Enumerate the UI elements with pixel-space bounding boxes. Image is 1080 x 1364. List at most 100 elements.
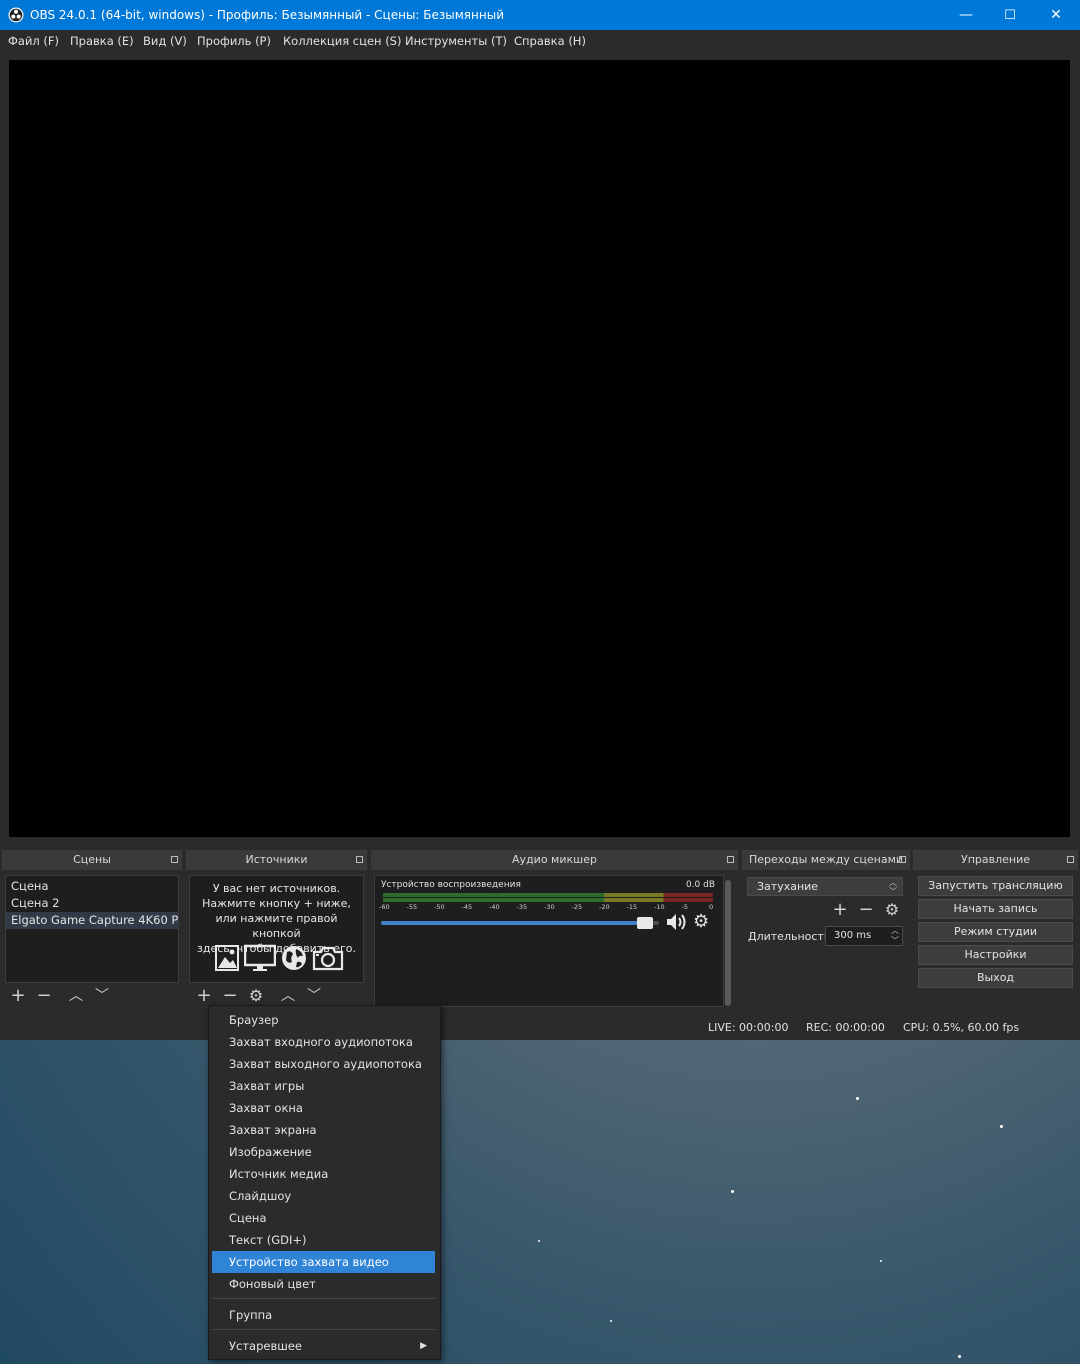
sources-dock: Источники У вас нет источников. Нажмите … (186, 850, 367, 1010)
volume-slider[interactable] (381, 917, 659, 929)
volume-meter (383, 893, 713, 897)
start-streaming-button[interactable]: Запустить трансляцию (918, 876, 1073, 896)
sources-dock-title: Источники (186, 850, 367, 870)
mixer-scrollbar-thumb[interactable] (725, 880, 731, 1006)
remove-scene-button[interactable]: − (33, 986, 55, 1006)
duration-spinbox[interactable]: 300 ms ︿ ﹀ (825, 926, 903, 946)
menu-help[interactable]: Справка (H) (514, 34, 586, 48)
close-button[interactable]: ✕ (1033, 0, 1079, 30)
menu-item-window-capture[interactable]: Захват окна (212, 1097, 435, 1119)
audio-mixer-title: Аудио микшер (371, 850, 738, 870)
scene-item[interactable]: Сцена (6, 878, 178, 895)
menu-item-text-gdi[interactable]: Текст (GDI+) (212, 1229, 435, 1251)
submenu-arrow-icon: ▶ (420, 1341, 427, 1351)
menu-item-deprecated[interactable]: Устаревшее ▶ (212, 1335, 435, 1357)
transition-selected-value: Затухание (757, 880, 819, 893)
move-scene-down-button[interactable]: ﹀ (91, 986, 113, 1006)
menu-item-slideshow[interactable]: Слайдшоу (212, 1185, 435, 1207)
add-scene-button[interactable]: + (7, 986, 29, 1006)
audio-mixer-panel: Устройство воспроизведения 0.0 dB -60 -55… (374, 875, 724, 1007)
meter-tick-label: 0 (709, 903, 714, 911)
meter-tick-label: -40 (489, 903, 500, 911)
dock-float-icon[interactable] (1067, 856, 1074, 863)
cpu-fps: CPU: 0.5%, 60.00 fps (903, 1021, 1020, 1034)
audio-device-name: Устройство воспроизведения (381, 880, 521, 890)
scene-item-selected[interactable]: Elgato Game Capture 4K60 Pro (6, 912, 178, 929)
transitions-title: Переходы между сценами (742, 850, 910, 870)
status-bar: LIVE: 00:00:00 REC: 00:00:00 CPU: 0.5%, … (0, 1016, 1080, 1040)
rec-timer: REC: 00:00:00 (806, 1021, 885, 1034)
meter-tick-label: -45 (461, 903, 473, 911)
menu-view[interactable]: Вид (V) (143, 34, 187, 48)
no-sources-line: или нажмите правой кнопкой (215, 912, 338, 940)
menu-scene-collection[interactable]: Коллекция сцен (S) (283, 34, 401, 48)
minimize-button[interactable]: — (943, 0, 989, 30)
menu-separator (212, 1298, 435, 1299)
source-properties-gear-icon[interactable]: ⚙ (245, 986, 267, 1006)
start-recording-button[interactable]: Начать запись (918, 899, 1073, 919)
speaker-icon[interactable] (665, 912, 689, 932)
move-source-up-button[interactable]: ︿ (277, 986, 299, 1006)
menu-item-media-source[interactable]: Источник медиа (212, 1163, 435, 1185)
title-bar[interactable]: OBS 24.0.1 (64-bit, windows) - Профиль: … (0, 0, 1080, 30)
menu-item-display-capture[interactable]: Захват экрана (212, 1119, 435, 1141)
exit-button[interactable]: Выход (918, 968, 1073, 988)
duration-value: 300 ms (834, 930, 872, 941)
live-timer: LIVE: 00:00:00 (708, 1021, 789, 1034)
transition-select[interactable]: Затухание ︿ ﹀ (747, 877, 903, 896)
star (1000, 1125, 1003, 1128)
dock-float-icon[interactable] (356, 856, 363, 863)
star (880, 1260, 882, 1262)
spin-arrows-icon[interactable]: ︿ ﹀ (891, 926, 899, 946)
mixer-scrollbar[interactable] (724, 878, 732, 1008)
settings-button[interactable]: Настройки (918, 945, 1073, 965)
meter-tick-label: -25 (571, 903, 583, 911)
add-source-button[interactable]: + (193, 986, 215, 1006)
scene-item[interactable]: Сцена 2 (6, 895, 178, 912)
maximize-button[interactable]: ☐ (987, 0, 1033, 30)
updown-chevron-icon: ︿ ﹀ (889, 878, 897, 896)
star (856, 1097, 859, 1100)
menu-item-deprecated-label: Устаревшее (229, 1339, 302, 1353)
menu-profile[interactable]: Профиль (P) (197, 34, 271, 48)
menu-item-video-capture-device[interactable]: Устройство захвата видео (212, 1251, 435, 1273)
audio-settings-gear-icon[interactable]: ⚙ (693, 911, 709, 932)
monitor-icon (244, 944, 276, 971)
menu-item-group[interactable]: Группа (212, 1304, 435, 1326)
camera-icon (312, 946, 344, 971)
preview-canvas[interactable] (9, 60, 1070, 837)
transition-properties-gear-icon[interactable]: ⚙ (881, 900, 903, 920)
add-source-context-menu: Браузер Захват входного аудиопотока Захв… (208, 1005, 441, 1360)
remove-transition-button[interactable]: − (855, 900, 877, 920)
menu-item-audio-output-capture[interactable]: Захват выходного аудиопотока (212, 1053, 435, 1075)
window-title: OBS 24.0.1 (64-bit, windows) - Профиль: … (30, 8, 504, 22)
scenes-list[interactable]: Сцена Сцена 2 Elgato Game Capture 4K60 P… (5, 875, 179, 983)
menu-item-image[interactable]: Изображение (212, 1141, 435, 1163)
scenes-dock: Сцены Сцена Сцена 2 Elgato Game Capture … (2, 850, 182, 1010)
source-type-icons (214, 944, 344, 974)
scenes-dock-title: Сцены (2, 850, 182, 870)
menu-tools[interactable]: Инструменты (T) (405, 34, 507, 48)
image-icon (215, 945, 239, 971)
menu-item-game-capture[interactable]: Захват игры (212, 1075, 435, 1097)
meter-tick-label: -10 (654, 903, 665, 911)
menu-item-browser[interactable]: Браузер (212, 1009, 435, 1031)
menu-item-audio-input-capture[interactable]: Захват входного аудиопотока (212, 1031, 435, 1053)
move-source-down-button[interactable]: ﹀ (303, 986, 325, 1006)
volume-slider-handle[interactable] (637, 917, 654, 929)
dock-float-icon[interactable] (727, 856, 734, 863)
menu-item-color-source[interactable]: Фоновый цвет (212, 1273, 435, 1295)
move-scene-up-button[interactable]: ︿ (65, 986, 87, 1006)
menu-edit[interactable]: Правка (E) (70, 34, 134, 48)
remove-source-button[interactable]: − (219, 986, 241, 1006)
sources-list[interactable]: У вас нет источников. Нажмите кнопку + н… (189, 875, 364, 983)
controls-dock: Управление Запустить трансляцию Начать з… (913, 850, 1078, 1010)
studio-mode-button[interactable]: Режим студии (918, 922, 1073, 942)
audio-level-db: 0.0 dB (685, 880, 715, 890)
menu-file[interactable]: Файл (F) (8, 34, 59, 48)
menu-separator (212, 1329, 435, 1330)
add-transition-button[interactable]: + (829, 900, 851, 920)
dock-float-icon[interactable] (171, 856, 178, 863)
menu-item-scene[interactable]: Сцена (212, 1207, 435, 1229)
dock-float-icon[interactable] (899, 856, 906, 863)
